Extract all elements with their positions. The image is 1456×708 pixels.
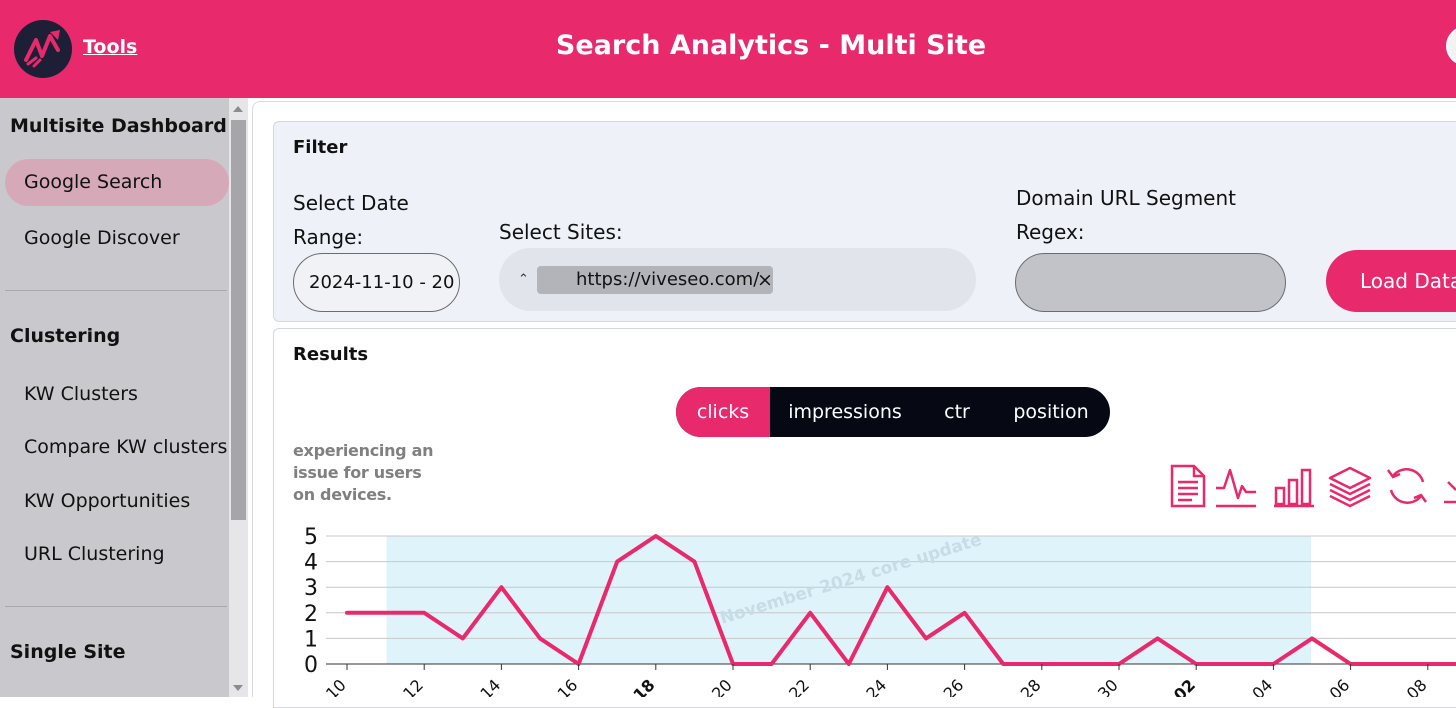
y-tick-label: 3 <box>304 576 318 601</box>
x-tick-label: 1-26 <box>928 675 967 697</box>
refresh-icon[interactable] <box>1385 462 1429 510</box>
document-icon[interactable] <box>1166 462 1210 510</box>
sidebar: Multisite Dashboard Google Search Google… <box>0 98 248 697</box>
date-range-input[interactable]: 2024-11-10 - 20 <box>293 253 460 312</box>
line-chart-icon[interactable] <box>1214 462 1258 510</box>
x-tick-label: 1-24 <box>851 675 890 697</box>
tab-ctr[interactable]: ctr <box>930 387 984 437</box>
x-tick-label: 1-16 <box>542 675 581 697</box>
x-tick-label: 2-06 <box>1314 675 1353 697</box>
sidebar-item-kw-opportunities[interactable]: KW Opportunities <box>24 490 190 512</box>
x-tick-label: 1-12 <box>388 675 427 697</box>
regex-label: Domain URL Segment <box>1016 186 1236 210</box>
metric-toggle: clicks impressions ctr position <box>676 387 1110 437</box>
y-tick-label: 1 <box>304 627 318 652</box>
top-app-bar: Tools Search Analytics - Multi Site <box>0 0 1456 98</box>
overlay-notice: experiencing an issue for users on devic… <box>293 440 468 506</box>
clicks-line-chart: 012345 November 2024 core update1-10 1-12 1… <box>304 525 1456 697</box>
scrollbar-thumb[interactable] <box>231 120 246 520</box>
load-data-button[interactable]: Load Data <box>1326 250 1456 312</box>
date-range-label-line2: Range: <box>293 225 364 249</box>
sidebar-scrollbar[interactable] <box>229 98 248 697</box>
sidebar-item-google-discover[interactable]: Google Discover <box>24 227 180 249</box>
tab-position[interactable]: position <box>1002 387 1100 437</box>
tab-clicks[interactable]: clicks <box>676 387 770 437</box>
date-range-label: Select Date <box>293 191 409 215</box>
site-chip: https://viveseo.com/ <box>537 266 773 294</box>
x-tick-label: 2-08 <box>1392 675 1431 697</box>
y-tick-label: 0 <box>304 653 318 678</box>
scroll-up-icon[interactable] <box>233 106 243 112</box>
sidebar-item-compare-kw-clusters[interactable]: Compare KW clusters <box>24 436 227 458</box>
x-tick-label: 1-20 <box>697 675 736 697</box>
x-tick-label: 1-14 <box>465 675 504 697</box>
regex-label-line2: Regex: <box>1016 220 1085 244</box>
y-tick-label: 2 <box>304 602 318 627</box>
sidebar-divider <box>5 606 227 607</box>
x-tick-label: 2-04 <box>1237 675 1276 697</box>
overlay-line: on devices. <box>293 485 392 504</box>
sidebar-heading-multisite: Multisite Dashboard <box>10 115 227 137</box>
x-tick-label: 1-30 <box>1083 675 1122 697</box>
sidebar-heading-clustering: Clustering <box>10 325 121 347</box>
sidebar-heading-single-site: Single Site <box>10 641 126 663</box>
layers-icon[interactable] <box>1328 462 1372 510</box>
scroll-down-icon[interactable] <box>233 685 243 691</box>
download-icon[interactable] <box>1440 462 1456 510</box>
page-title: Search Analytics - Multi Site <box>555 30 987 61</box>
y-tick-label: 4 <box>304 551 318 576</box>
select-sites-label: Select Sites: <box>499 220 623 244</box>
filter-title: Filter <box>293 137 348 158</box>
bar-chart-icon[interactable] <box>1272 462 1316 510</box>
regex-input[interactable] <box>1015 253 1286 312</box>
select-arrows-icon[interactable]: ⌃ <box>518 272 529 287</box>
tab-impressions[interactable]: impressions <box>780 387 910 437</box>
overlay-line: experiencing an <box>293 441 434 460</box>
sidebar-item-kw-clusters[interactable]: KW Clusters <box>24 383 138 405</box>
core-update-band <box>386 536 1312 664</box>
y-tick-label: 5 <box>304 525 318 550</box>
x-tick-label: 2-02 <box>1157 675 1199 697</box>
results-title: Results <box>293 344 369 365</box>
sidebar-item-google-search[interactable]: Google Search <box>5 159 229 206</box>
x-tick-label: 1-28 <box>1006 675 1045 697</box>
x-tick-label: 1-22 <box>774 675 813 697</box>
x-tick-label: 1-18 <box>617 675 659 697</box>
x-tick-label: 1-10 <box>311 675 350 697</box>
chip-remove-icon[interactable]: × <box>757 266 773 294</box>
sidebar-divider <box>5 290 227 291</box>
overlay-line: issue for users <box>293 463 422 482</box>
sidebar-item-url-clustering[interactable]: URL Clustering <box>24 543 165 565</box>
